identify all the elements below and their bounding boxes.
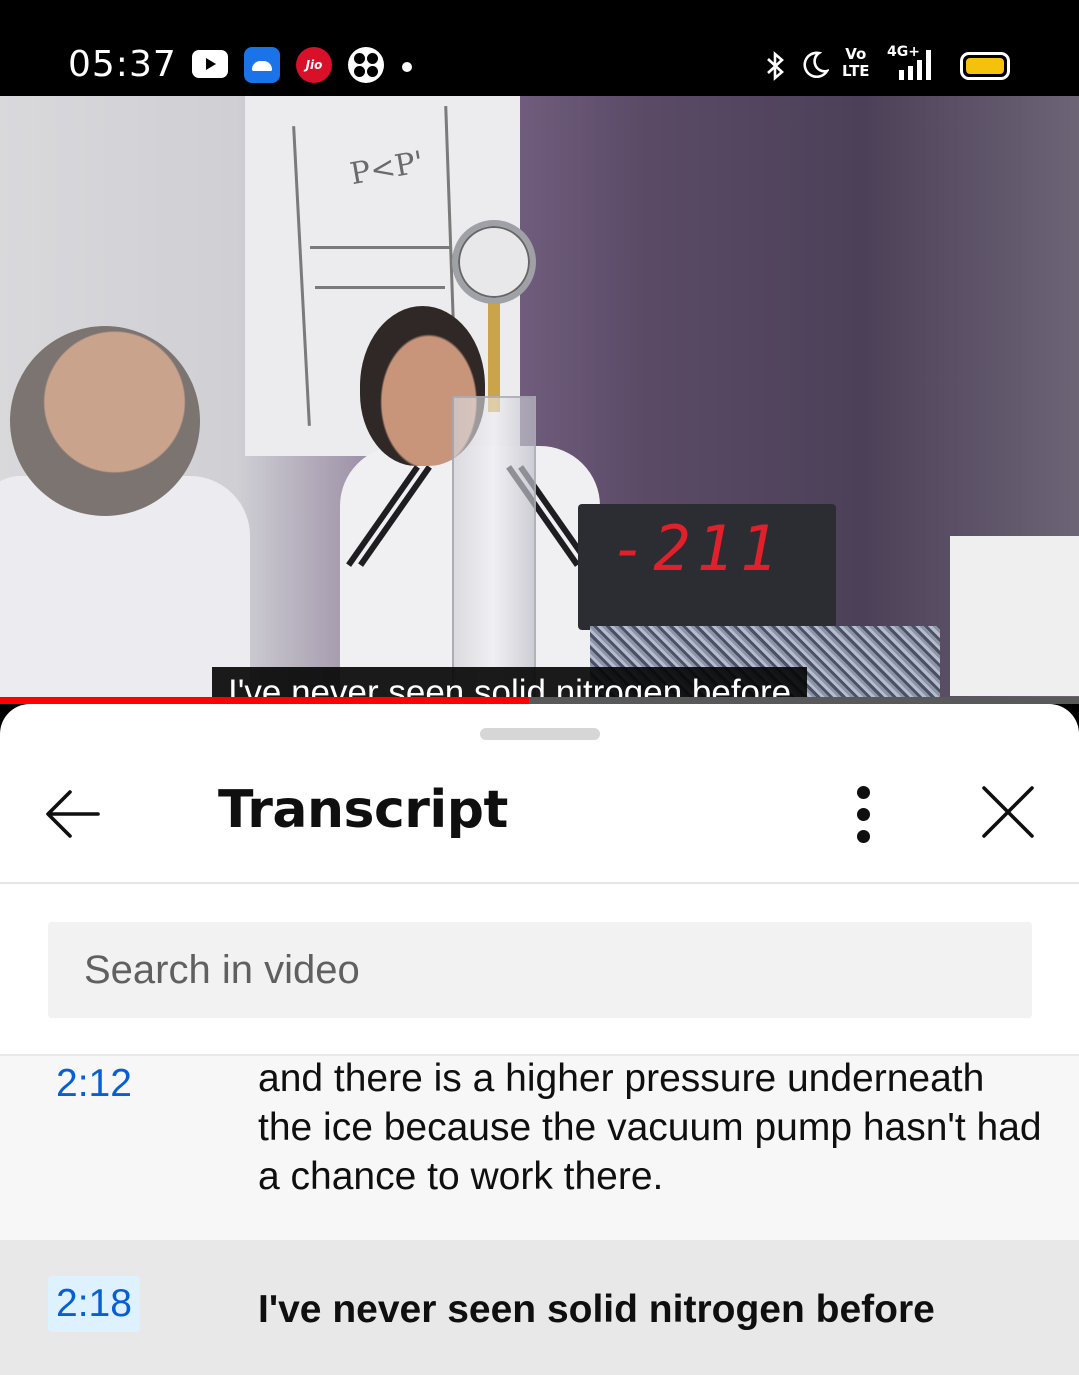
transcript-segment[interactable]: 2:12 and there is a higher pressure unde… (0, 1056, 1079, 1240)
temperature-reading: -211 (610, 512, 784, 585)
more-vert-icon (857, 786, 870, 799)
drag-handle[interactable] (480, 728, 600, 740)
panel-title: Transcript (218, 780, 508, 840)
volte-icon: Vo LTE (842, 46, 870, 80)
segment-timestamp[interactable]: 2:18 (48, 1276, 140, 1332)
video-player[interactable]: P<P' -211 I've never seen solid nitrogen… (0, 96, 1079, 704)
segment-timestamp[interactable]: 2:12 (48, 1056, 140, 1112)
android-app-icon (244, 47, 280, 83)
search-in-video-input[interactable] (48, 922, 1032, 1018)
volte-label-top: Vo (845, 45, 867, 63)
person-left (0, 326, 250, 704)
segment-text: I've never seen solid nitrogen before (258, 1288, 935, 1331)
segment-text: and there is a higher pressure underneat… (258, 1057, 1042, 1198)
pressure-gauge (452, 220, 536, 304)
vacuum-cylinder (452, 396, 536, 704)
notification-dot-icon (402, 62, 412, 72)
transcript-segment-active[interactable]: 2:18 I've never seen solid nitrogen befo… (0, 1240, 1079, 1375)
battery-icon (960, 52, 1010, 80)
signal-4g-icon: 4G+ (885, 44, 933, 80)
bluetooth-icon (764, 50, 788, 90)
shelf (950, 536, 1079, 696)
volte-label-bottom: LTE (842, 62, 870, 80)
do-not-disturb-moon-icon (803, 50, 830, 79)
youtube-icon (192, 50, 228, 78)
jio-icon: Jio (296, 47, 332, 83)
status-time: 05:37 (68, 44, 177, 85)
status-bar: 05:37 Jio Vo LTE 4G+ (0, 0, 1079, 96)
battery-fill (966, 58, 1004, 74)
more-options-button[interactable] (836, 780, 892, 850)
video-progress-bar[interactable] (0, 697, 1079, 704)
transcript-panel: Transcript 2:12 and there is a higher pr… (0, 704, 1079, 1375)
close-icon (982, 786, 1034, 838)
fan-app-icon (348, 47, 384, 83)
video-progress-fill (0, 697, 529, 704)
arrow-left-icon (46, 790, 100, 838)
network-label: 4G+ (887, 44, 920, 60)
close-button[interactable] (972, 776, 1044, 848)
panel-header: Transcript (0, 750, 1079, 884)
back-button[interactable] (36, 776, 112, 852)
